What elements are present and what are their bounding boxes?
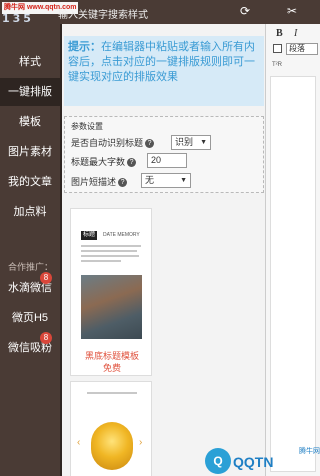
- gold-medal-image: [91, 422, 133, 470]
- thumb-text-line: [81, 245, 141, 247]
- paragraph-select[interactable]: 段落: [286, 43, 318, 55]
- thumb-text-line: [81, 255, 139, 257]
- tip-prefix: 提示：: [68, 41, 101, 53]
- param-settings: 参数设置 是否自动识别标题? 识别 ▼ 标题最大字数? 20 图片短描述? 无 ▼: [64, 116, 264, 193]
- thumb-sub: DATE MEMORY: [103, 232, 140, 238]
- brand-name: QQTN: [233, 454, 274, 470]
- chevron-left-icon: ‹: [77, 437, 81, 448]
- param-row-max-title: 标题最大字数?: [71, 155, 137, 168]
- checkbox[interactable]: [273, 44, 282, 53]
- notification-badge: 8: [40, 272, 52, 284]
- top-bar: 腾牛网 www.qqtn.com 135 输入关键字搜索样式 ⟳ ✂: [0, 0, 320, 24]
- scissors-icon[interactable]: ✂: [287, 4, 297, 18]
- main-panel: 提示：在编辑器中粘贴或者输入所有内容后，点击对应的一键排版规则即可一键实现对应的…: [60, 24, 265, 476]
- editor-body[interactable]: [270, 76, 316, 472]
- help-icon[interactable]: ?: [127, 158, 137, 168]
- chevron-down-icon: ▼: [180, 177, 187, 184]
- template-price: 免费: [102, 363, 121, 373]
- param-label: 是否自动识别标题: [71, 138, 144, 148]
- sidebar-item-one-click-layout[interactable]: 一键排版: [0, 78, 60, 106]
- brand-small: 腾牛网: [299, 448, 320, 455]
- sidebar: 样式 一键排版 模板 图片素材 我的文章 加点料 合作推广： 水滴微信 8 微页…: [0, 24, 60, 476]
- sidebar-item-templates[interactable]: 模板: [0, 108, 60, 136]
- partner-item-weiye-h5[interactable]: 微页H5: [0, 304, 60, 332]
- notification-badge: 8: [40, 332, 52, 344]
- select-value: 无: [145, 175, 155, 185]
- param-label: 标题最大字数: [71, 157, 126, 167]
- tip-box: 提示：在编辑器中粘贴或者输入所有内容后，点击对应的一键排版规则即可一键实现对应的…: [64, 36, 264, 106]
- auto-title-select[interactable]: 识别 ▼: [171, 135, 211, 150]
- chevron-right-icon: ›: [139, 437, 143, 448]
- select-value: 识别: [175, 137, 194, 147]
- brand-watermark: Q QQTN 腾牛网: [205, 446, 320, 476]
- sidebar-item-my-articles[interactable]: 我的文章: [0, 168, 60, 196]
- max-title-length-input[interactable]: 20: [147, 153, 187, 168]
- format-toolbar-row[interactable]: T²R: [272, 62, 282, 68]
- param-row-auto-title: 是否自动识别标题?: [71, 136, 155, 149]
- thumb-text-line: [81, 250, 137, 252]
- refresh-icon[interactable]: ⟳: [240, 4, 250, 18]
- param-label: 图片短描述: [71, 177, 117, 187]
- help-icon[interactable]: ?: [118, 178, 128, 188]
- param-row-image-desc: 图片短描述?: [71, 175, 128, 188]
- param-settings-title: 参数设置: [71, 122, 103, 131]
- thumb-head: 标题: [81, 231, 98, 240]
- thumbnail-image: [81, 275, 142, 339]
- search-input[interactable]: 输入关键字搜索样式: [58, 6, 148, 21]
- template-card[interactable]: ‹ ›: [70, 381, 152, 476]
- thumb-text-line: [81, 260, 121, 262]
- sidebar-item-styles[interactable]: 样式: [0, 48, 60, 76]
- help-icon[interactable]: ?: [145, 139, 155, 149]
- chevron-down-icon: ▼: [200, 139, 207, 146]
- thumb-text-line: [87, 392, 137, 394]
- template-card[interactable]: 标题 DATE MEMORY 黑底标题模板 免费: [70, 208, 152, 376]
- bold-button[interactable]: B: [276, 28, 283, 39]
- editor-panel: B I 段落 T²R: [265, 24, 320, 476]
- image-desc-select[interactable]: 无 ▼: [141, 173, 191, 188]
- app-logo: 135: [2, 12, 34, 25]
- brand-logo-icon: Q: [205, 448, 231, 474]
- sidebar-item-extras[interactable]: 加点料: [0, 198, 60, 226]
- sidebar-item-image-assets[interactable]: 图片素材: [0, 138, 60, 166]
- italic-button[interactable]: I: [294, 28, 297, 39]
